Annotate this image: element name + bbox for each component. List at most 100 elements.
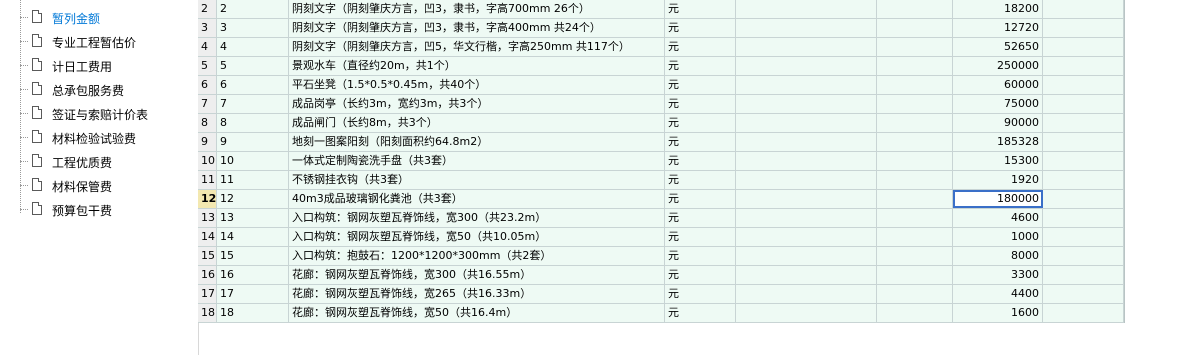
item-code-cell[interactable]: 18 [217,304,289,322]
empty-cell[interactable] [1043,133,1124,151]
item-code-cell[interactable]: 7 [217,95,289,113]
unit-cell[interactable]: 元 [665,190,736,208]
empty-cell[interactable] [736,57,877,75]
item-code-cell[interactable]: 2 [217,0,289,18]
row-number[interactable]: 3 [198,19,217,37]
item-name-cell[interactable]: 阴刻文字（阴刻肇庆方言，凹3，隶书，字高700mm 26个） [289,0,665,18]
empty-cell[interactable] [736,171,877,189]
empty-cell[interactable] [736,19,877,37]
empty-cell[interactable] [877,19,953,37]
unit-cell[interactable]: 元 [665,152,736,170]
row-number[interactable]: 13 [198,209,217,227]
empty-cell[interactable] [736,152,877,170]
empty-cell[interactable] [877,266,953,284]
item-code-cell[interactable]: 14 [217,228,289,246]
item-code-cell[interactable]: 16 [217,266,289,284]
item-code-cell[interactable]: 12 [217,190,289,208]
empty-cell[interactable] [1043,95,1124,113]
empty-cell[interactable] [877,304,953,322]
row-number[interactable]: 15 [198,247,217,265]
row-number[interactable]: 2 [198,0,217,18]
amount-cell[interactable]: 52650 [953,38,1043,56]
empty-cell[interactable] [736,266,877,284]
empty-cell[interactable] [1043,57,1124,75]
empty-cell[interactable] [736,95,877,113]
empty-cell[interactable] [736,209,877,227]
row-number[interactable]: 11 [198,171,217,189]
row-number[interactable]: 9 [198,133,217,151]
empty-cell[interactable] [736,38,877,56]
item-name-cell[interactable]: 入口构筑：钢网灰塑瓦脊饰线，宽300（共23.2m） [289,209,665,227]
empty-cell[interactable] [1043,209,1124,227]
table-row[interactable]: 14 14 入口构筑：钢网灰塑瓦脊饰线，宽50（共10.05m）元 1000 [198,228,1124,247]
item-name-cell[interactable]: 不锈钢挂衣钩（共3套） [289,171,665,189]
row-number[interactable]: 4 [198,38,217,56]
empty-cell[interactable] [736,228,877,246]
item-name-cell[interactable]: 景观水车（直径约20m，共1个） [289,57,665,75]
empty-cell[interactable] [877,209,953,227]
empty-cell[interactable] [1043,171,1124,189]
amount-cell[interactable]: 1000 [953,228,1043,246]
empty-cell[interactable] [1043,285,1124,303]
item-name-cell[interactable]: 40m3成品玻璃钢化粪池（共3套） [289,190,665,208]
empty-cell[interactable] [1043,0,1124,18]
unit-cell[interactable]: 元 [665,133,736,151]
empty-cell[interactable] [1043,228,1124,246]
unit-cell[interactable]: 元 [665,19,736,37]
table-row[interactable]: 5 5 景观水车（直径约20m，共1个）元 250000 [198,57,1124,76]
item-code-cell[interactable]: 17 [217,285,289,303]
unit-cell[interactable]: 元 [665,285,736,303]
row-number[interactable]: 10 [198,152,217,170]
unit-cell[interactable]: 元 [665,57,736,75]
empty-cell[interactable] [736,285,877,303]
empty-cell[interactable] [736,114,877,132]
item-code-cell[interactable]: 6 [217,76,289,94]
unit-cell[interactable]: 元 [665,171,736,189]
table-row[interactable]: 10 10 一体式定制陶瓷洗手盘（共3套）元 15300 [198,152,1124,171]
table-row[interactable]: 13 13 入口构筑：钢网灰塑瓦脊饰线，宽300（共23.2m）元 4600 [198,209,1124,228]
row-number[interactable]: 7 [198,95,217,113]
amount-cell[interactable]: 185328 [953,133,1043,151]
unit-cell[interactable]: 元 [665,304,736,322]
amount-cell[interactable]: 4600 [953,209,1043,227]
row-number[interactable]: 5 [198,57,217,75]
unit-cell[interactable]: 元 [665,76,736,94]
item-name-cell[interactable]: 花廊：钢网灰塑瓦脊饰线，宽265（共16.33m） [289,285,665,303]
amount-cell[interactable]: 8000 [953,247,1043,265]
empty-cell[interactable] [877,133,953,151]
amount-cell[interactable]: 12720 [953,19,1043,37]
unit-cell[interactable]: 元 [665,114,736,132]
amount-cell[interactable]: 4400 [953,285,1043,303]
table-row[interactable]: 12 12 40m3成品玻璃钢化粪池（共3套）元 180000 [198,190,1124,209]
row-number[interactable]: 6 [198,76,217,94]
item-name-cell[interactable]: 成品闸门（长约8m，共3个） [289,114,665,132]
item-code-cell[interactable]: 15 [217,247,289,265]
table-row[interactable]: 2 2 阴刻文字（阴刻肇庆方言，凹3，隶书，字高700mm 26个）元 18200 [198,0,1124,19]
empty-cell[interactable] [736,0,877,18]
empty-cell[interactable] [877,152,953,170]
empty-cell[interactable] [1043,19,1124,37]
item-name-cell[interactable]: 一体式定制陶瓷洗手盘（共3套） [289,152,665,170]
empty-cell[interactable] [877,0,953,18]
amount-cell[interactable]: 75000 [953,95,1043,113]
row-number[interactable]: 16 [198,266,217,284]
empty-cell[interactable] [1043,152,1124,170]
table-row[interactable]: 17 17 花廊：钢网灰塑瓦脊饰线，宽265（共16.33m）元 4400 [198,285,1124,304]
unit-cell[interactable]: 元 [665,228,736,246]
amount-cell[interactable]: 1600 [953,304,1043,322]
amount-cell[interactable]: 60000 [953,76,1043,94]
empty-cell[interactable] [877,247,953,265]
empty-cell[interactable] [1043,190,1124,208]
item-name-cell[interactable]: 地刻一图案阳刻（阳刻面积约64.8m2） [289,133,665,151]
item-code-cell[interactable]: 9 [217,133,289,151]
item-name-cell[interactable]: 阴刻文字（阴刻肇庆方言，凹5，华文行楷，字高250mm 共117个） [289,38,665,56]
amount-cell[interactable]: 3300 [953,266,1043,284]
empty-cell[interactable] [877,38,953,56]
table-row[interactable]: 7 7 成品岗亭（长约3m，宽约3m，共3个）元 75000 [198,95,1124,114]
empty-cell[interactable] [877,95,953,113]
row-number[interactable]: 17 [198,285,217,303]
empty-cell[interactable] [877,76,953,94]
item-code-cell[interactable]: 3 [217,19,289,37]
unit-cell[interactable]: 元 [665,247,736,265]
item-code-cell[interactable]: 4 [217,38,289,56]
